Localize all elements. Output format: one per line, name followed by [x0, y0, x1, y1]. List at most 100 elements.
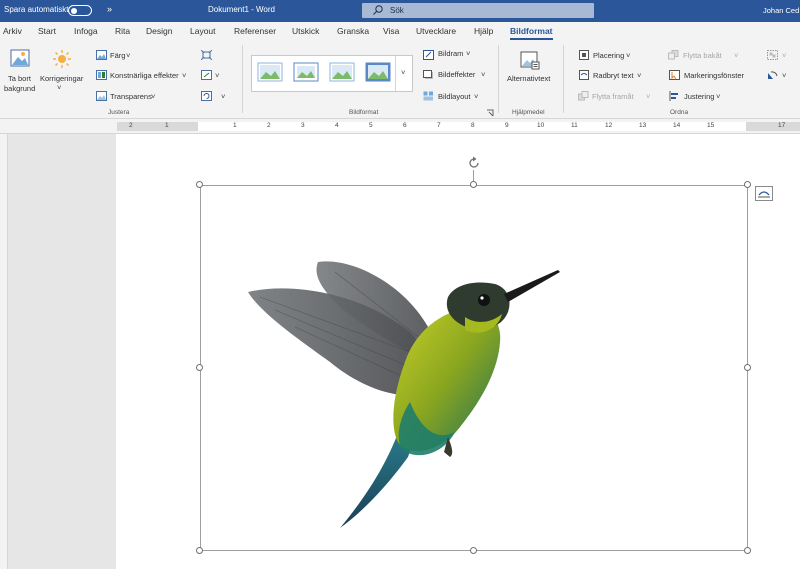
ruler-mark: 2: [267, 122, 271, 129]
picture-border-icon: [423, 50, 434, 60]
selection-pane-button[interactable]: Markeringsfönster: [684, 71, 744, 80]
ruler-mark: 13: [639, 122, 647, 129]
ruler-mark: 9: [505, 122, 509, 129]
group-divider: [498, 45, 499, 113]
change-picture-icon[interactable]: [201, 70, 212, 80]
rotate-objects-dropdown-icon[interactable]: ˅: [782, 71, 786, 80]
vertical-ruler[interactable]: [0, 134, 8, 569]
ruler-mark: 15: [707, 122, 715, 129]
group-divider: [242, 45, 243, 113]
ruler-mark: 17: [778, 122, 786, 129]
align-icon: [669, 91, 678, 101]
search-icon: [373, 5, 383, 15]
picture-border-dropdown-icon[interactable]: ˅: [466, 49, 470, 58]
tab-design[interactable]: Design: [146, 26, 172, 36]
resize-handle-top-left[interactable]: [196, 181, 203, 188]
rotate-handle-icon[interactable]: [467, 156, 481, 170]
bring-forward-dropdown-icon[interactable]: ˅: [646, 92, 650, 101]
resize-handle-bottom[interactable]: [470, 547, 477, 554]
group-objects-dropdown-icon[interactable]: ˅: [782, 51, 786, 60]
layout-options-icon: [758, 191, 770, 198]
picture-layout-button[interactable]: Bildlayout: [438, 92, 471, 101]
picture-styles-more[interactable]: ˅: [395, 56, 412, 91]
color-button[interactable]: Färg: [110, 51, 125, 60]
tab-utvecklare[interactable]: Utvecklare: [416, 26, 456, 36]
position-button[interactable]: Placering: [593, 51, 624, 60]
ruler-mark: 14: [673, 122, 681, 129]
tab-visa[interactable]: Visa: [383, 26, 399, 36]
remove-background-label-2: bakgrund: [4, 84, 36, 93]
search-placeholder: Sök: [390, 6, 404, 15]
reset-picture-icon[interactable]: [201, 91, 212, 101]
picture-style-2-icon[interactable]: [293, 62, 319, 82]
more-commands-icon[interactable]: »: [107, 4, 112, 14]
resize-handle-left[interactable]: [196, 364, 203, 371]
picture-effects-icon: [423, 70, 433, 79]
transparency-dropdown-icon[interactable]: ˅: [151, 92, 155, 101]
picture-style-3-icon[interactable]: [329, 62, 355, 82]
autosave-toggle[interactable]: [68, 5, 92, 16]
align-dropdown-icon[interactable]: ˅: [716, 92, 720, 101]
color-dropdown-icon[interactable]: ˅: [126, 51, 130, 60]
resize-handle-top[interactable]: [470, 181, 477, 188]
artistic-effects-dropdown-icon[interactable]: ˅: [182, 71, 186, 80]
transparency-button[interactable]: Transparens: [110, 92, 152, 101]
corrections-button[interactable]: Korrigeringar: [40, 74, 83, 83]
tab-hjalp[interactable]: Hjälp: [474, 26, 493, 36]
layout-options-button[interactable]: [755, 186, 773, 201]
send-backward-dropdown-icon[interactable]: ˅: [734, 51, 738, 60]
ruler-mark: 10: [537, 122, 545, 129]
picture-effects-button[interactable]: Bildeffekter: [438, 70, 475, 79]
picture-layout-dropdown-icon[interactable]: ˅: [474, 92, 478, 101]
tab-referenser[interactable]: Referenser: [234, 26, 276, 36]
toggle-knob: [71, 7, 77, 14]
horizontal-ruler[interactable]: 2 1 1 2 3 4 5 6 7 8 9 10 11 12 13 14 15 …: [0, 119, 800, 134]
tab-granska[interactable]: Granska: [337, 26, 369, 36]
picture-effects-dropdown-icon[interactable]: ˅: [481, 70, 485, 79]
group-label-ordna: Ordna: [670, 109, 689, 116]
wrap-text-dropdown-icon[interactable]: ˅: [637, 71, 641, 80]
tab-start[interactable]: Start: [38, 26, 56, 36]
tab-arkiv[interactable]: Arkiv: [3, 26, 22, 36]
artistic-effects-button[interactable]: Konstnärliga effekter: [110, 71, 179, 80]
ruler-mark: 1: [233, 122, 237, 129]
resize-handle-bottom-right[interactable]: [744, 547, 751, 554]
tab-rita[interactable]: Rita: [115, 26, 130, 36]
picture-style-1-icon[interactable]: [257, 62, 283, 82]
tab-layout[interactable]: Layout: [190, 26, 216, 36]
resize-handle-right[interactable]: [744, 364, 751, 371]
resize-handle-bottom-left[interactable]: [196, 547, 203, 554]
reset-picture-dropdown-icon[interactable]: ˅: [221, 92, 225, 101]
hummingbird-picture[interactable]: [240, 252, 570, 532]
tab-bildformat[interactable]: Bildformat: [510, 26, 553, 40]
send-backward-button[interactable]: Flytta bakåt: [683, 51, 722, 60]
alt-text-button[interactable]: Alternativtext: [507, 74, 550, 83]
rotate-objects-icon[interactable]: [767, 70, 778, 80]
corrections-dropdown-icon[interactable]: ˅: [57, 83, 61, 92]
group-divider: [563, 45, 564, 113]
ruler-mark: 8: [471, 122, 475, 129]
resize-handle-top-right[interactable]: [744, 181, 751, 188]
picture-styles-gallery[interactable]: ˅: [251, 55, 413, 92]
remove-background-label-1: Ta bort: [8, 74, 31, 83]
user-name[interactable]: Johan Ced: [763, 6, 799, 15]
align-button[interactable]: Justering: [684, 92, 714, 101]
group-label-justera: Justera: [108, 109, 130, 116]
group-objects-icon[interactable]: [767, 50, 778, 60]
tab-infoga[interactable]: Infoga: [74, 26, 98, 36]
ruler-mark: 1: [165, 122, 169, 129]
compress-pictures-icon[interactable]: [201, 50, 212, 60]
dialog-launcher-icon[interactable]: [486, 109, 494, 117]
picture-style-4-icon[interactable]: [365, 62, 391, 82]
search-box[interactable]: Sök: [362, 3, 594, 18]
picture-border-button[interactable]: Bildram: [438, 49, 463, 58]
document-title: Dokument1 - Word: [208, 5, 275, 14]
bring-forward-button[interactable]: Flytta framåt: [592, 92, 634, 101]
ruler-mark: 7: [437, 122, 441, 129]
position-dropdown-icon[interactable]: ˅: [626, 51, 630, 60]
wrap-text-button[interactable]: Radbryt text: [593, 71, 633, 80]
ribbon: Ta bort bakgrund Korrigeringar ˅ Färg ˅ …: [0, 41, 800, 119]
change-picture-dropdown-icon[interactable]: ˅: [215, 71, 219, 80]
tab-utskick[interactable]: Utskick: [292, 26, 319, 36]
wrap-text-icon: [579, 70, 589, 80]
